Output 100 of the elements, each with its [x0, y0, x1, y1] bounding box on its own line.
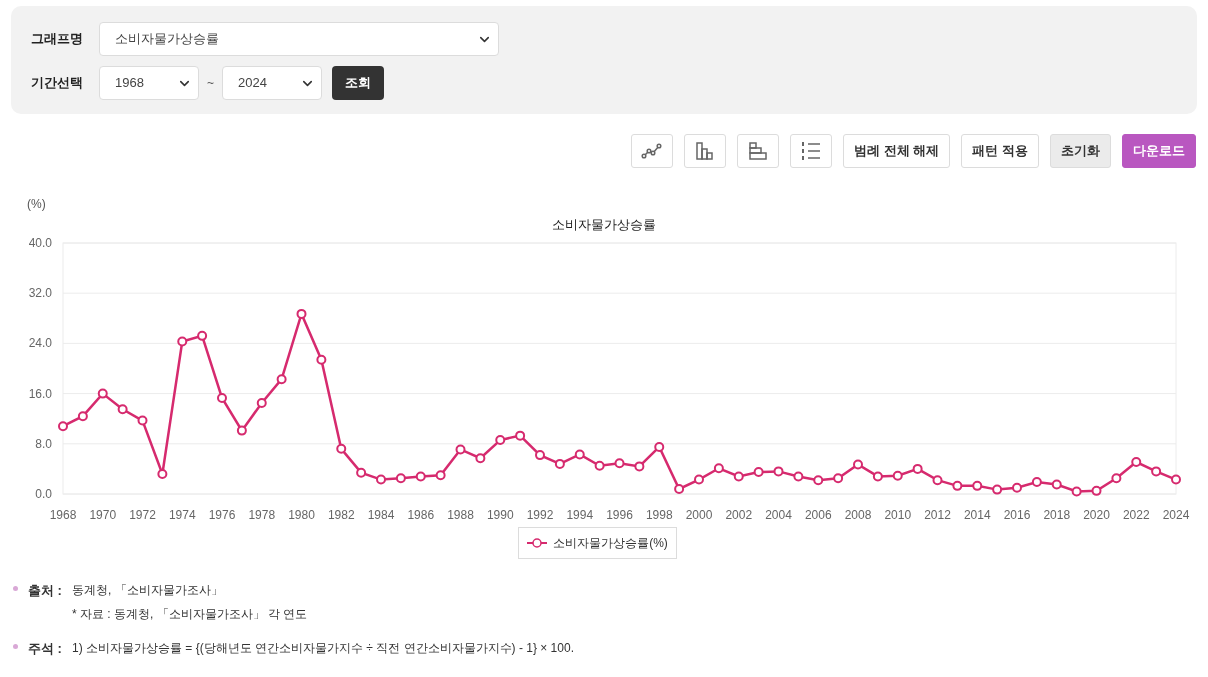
data-point [853, 459, 863, 470]
data-point [415, 471, 426, 482]
x-tick-label: 1974 [168, 508, 196, 522]
note-label: 주석 : [28, 640, 63, 658]
data-point [992, 484, 1003, 495]
data-point [376, 474, 386, 485]
data-point [713, 463, 724, 474]
end-year-select[interactable]: 2024 [222, 66, 322, 100]
note-text: 1) 소비자물가상승률 = {(당해년도 연간소비자물가지수 ÷ 직전 연간소비자물가지수) - 1} × 100. [72, 640, 574, 657]
chart-type-button[interactable] [790, 134, 833, 168]
data-point [197, 330, 208, 341]
data-point [753, 467, 764, 478]
data-point [117, 404, 128, 415]
data-point [455, 444, 466, 455]
data-point [1031, 477, 1042, 488]
data-point [77, 411, 88, 422]
data-point [793, 471, 804, 482]
x-tick-label: 2020 [1083, 508, 1110, 522]
data-point [1051, 479, 1062, 490]
y-tick-label: 8.0 [35, 436, 52, 451]
x-tick-label: 1998 [645, 508, 673, 522]
data-point [475, 453, 486, 464]
data-point [217, 393, 227, 403]
data-point [1171, 474, 1181, 485]
data-point [177, 336, 188, 347]
x-tick-label: 2012 [924, 508, 951, 522]
graph-select[interactable]: 소비자물가상승률 [99, 22, 499, 56]
x-tick-label: 2014 [963, 508, 991, 522]
data-point [833, 473, 844, 484]
data-point [1091, 485, 1102, 496]
x-tick-label: 2004 [765, 508, 792, 522]
toolbar-button[interactable]: 다운로드 [1122, 134, 1196, 168]
data-point [813, 475, 824, 486]
note-text: * 자료 : 동계청, 「소비자물가조사」 각 연도 [72, 606, 308, 623]
x-tick-label: 1992 [526, 508, 554, 522]
y-tick-label: 0.0 [35, 487, 52, 501]
x-tick-label: 1990 [486, 508, 514, 522]
note-label: 출처 : [28, 582, 63, 600]
y-tick-label: 40.0 [28, 236, 52, 250]
data-point [1012, 482, 1022, 493]
x-tick-label: 1984 [367, 508, 395, 522]
x-tick-label: 1970 [89, 508, 117, 522]
x-tick-label: 1986 [407, 508, 435, 522]
x-tick-label: 1996 [606, 508, 633, 522]
data-point [236, 425, 247, 436]
x-tick-label: 1978 [248, 508, 276, 522]
data-point [495, 435, 506, 446]
bullet-icon [13, 586, 18, 591]
data-point [733, 471, 744, 482]
y-axis-unit: (%) [27, 197, 46, 211]
chart-title: 소비자물가상승률 [552, 217, 656, 232]
x-tick-label: 1980 [288, 508, 315, 522]
x-tick-label: 1976 [208, 508, 236, 522]
chart-type-button[interactable] [737, 134, 780, 168]
data-point [58, 421, 68, 432]
search-button[interactable]: 조회 [332, 66, 384, 100]
x-tick-label: 2018 [1043, 508, 1071, 522]
chart-type-button[interactable] [684, 134, 727, 168]
data-point [554, 458, 565, 469]
y-tick-label: 16.0 [28, 386, 52, 401]
data-point [594, 460, 605, 471]
data-point [316, 354, 327, 365]
data-point [872, 471, 883, 482]
x-tick-label: 1988 [447, 508, 474, 522]
toolbar-button[interactable]: 패턴 적용 [961, 134, 1039, 168]
x-tick-label: 1994 [566, 508, 594, 522]
data-point [137, 415, 148, 426]
data-point [634, 461, 645, 472]
x-tick-label: 2008 [844, 508, 872, 522]
horizontal-bar-chart-icon [748, 141, 769, 161]
chart-type-button[interactable] [631, 134, 674, 168]
data-point [912, 463, 923, 474]
y-tick-label: 32.0 [28, 286, 52, 301]
bar-chart-icon [695, 141, 716, 161]
data-point [395, 473, 406, 484]
data-point [256, 398, 267, 408]
data-point [276, 374, 287, 385]
note-text: 동계청, 「소비자물가조사」 [72, 582, 224, 599]
data-point [356, 467, 367, 478]
line-chart-icon [641, 142, 664, 160]
data-point [674, 484, 685, 494]
x-tick-label: 2010 [884, 508, 912, 522]
data-point [515, 430, 526, 441]
data-point [296, 308, 307, 319]
data-point [1131, 457, 1142, 467]
legend-item[interactable]: 소비자물가상승률(%) [518, 527, 677, 559]
x-tick-label: 2002 [725, 508, 753, 522]
data-point [892, 470, 903, 481]
data-point [336, 443, 347, 454]
toolbar-button[interactable]: 초기화 [1050, 134, 1111, 168]
legend-marker-icon [527, 538, 548, 548]
data-point [773, 466, 784, 477]
x-tick-label: 1968 [49, 508, 77, 522]
numbered-list-icon [800, 141, 823, 161]
data-point [535, 450, 545, 461]
data-point [157, 468, 168, 479]
start-year-select[interactable]: 1968 [99, 66, 199, 100]
filter-label: 기간선택 [31, 74, 84, 93]
toolbar-button[interactable]: 범례 전체 해제 [843, 134, 951, 168]
x-tick-label: 2024 [1162, 508, 1190, 522]
